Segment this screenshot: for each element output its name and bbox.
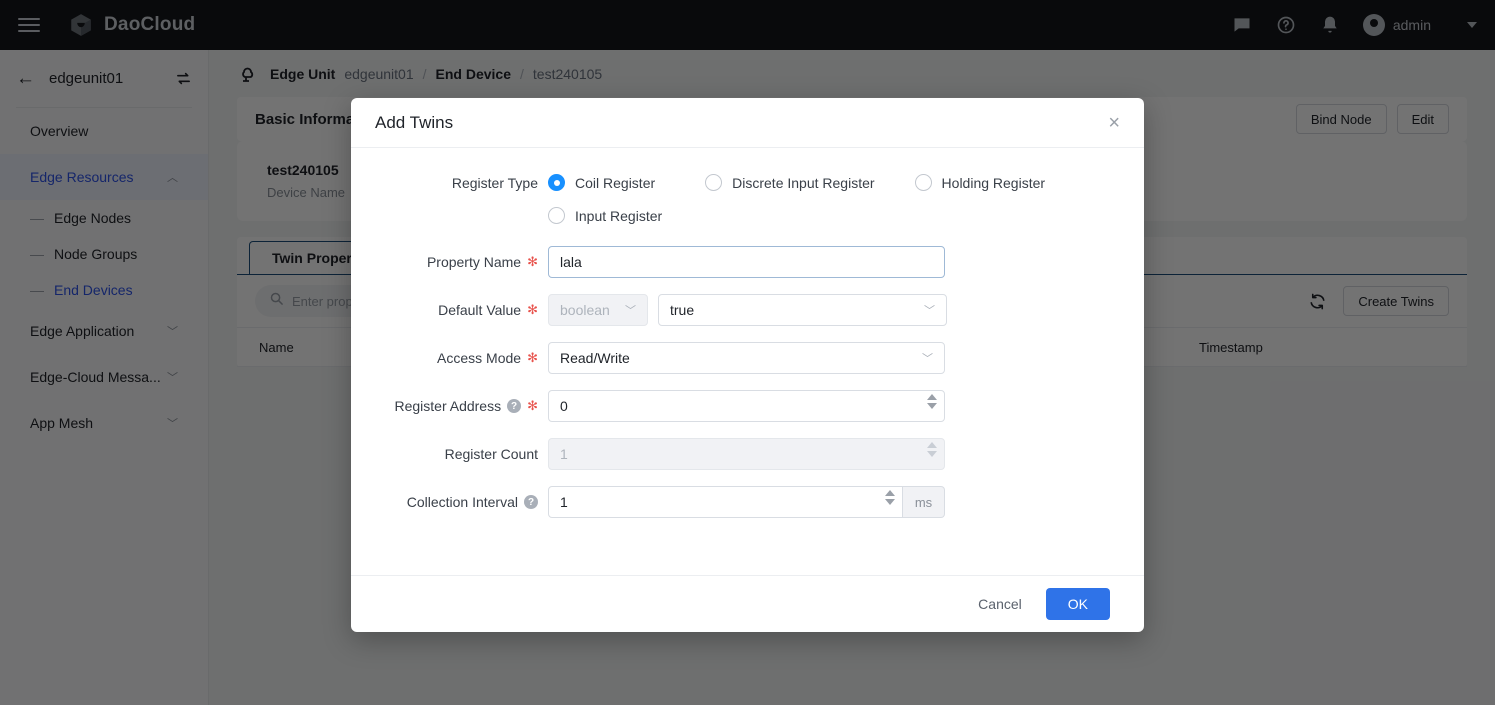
required-asterisk: ✻ (527, 350, 538, 365)
register-count-stepper (548, 438, 945, 470)
radio-input-register[interactable]: Input Register (548, 207, 662, 224)
radio-label: Coil Register (575, 174, 656, 191)
register-address-stepper (548, 390, 945, 422)
register-type-label: Register Type (351, 175, 548, 191)
question-icon[interactable]: ? (524, 495, 538, 509)
radio-dot-icon (548, 174, 565, 191)
collection-interval-label: Collection Interval ? (351, 494, 548, 510)
stepper-arrows (927, 442, 937, 457)
radio-holding-register[interactable]: Holding Register (914, 174, 1046, 191)
register-count-control (548, 438, 945, 470)
access-mode-control: Read/Write ﹀ (548, 342, 945, 374)
dialog-title: Add Twins (375, 112, 454, 132)
collection-interval-control: ms (548, 486, 945, 518)
required-asterisk: ✻ (527, 398, 538, 413)
collection-interval-input[interactable] (548, 486, 903, 518)
close-icon[interactable]: × (1108, 113, 1120, 133)
property-name-row: Property Name ✻ (351, 246, 1144, 278)
register-count-row: Register Count (351, 438, 1144, 470)
required-asterisk: ✻ (527, 302, 538, 317)
label-text: Property Name (426, 254, 522, 270)
dialog-body: Register Type Coil Register Discrete Inp… (351, 148, 1144, 575)
collection-interval-unit: ms (903, 486, 945, 518)
select-value: boolean (560, 302, 610, 318)
default-value-type-select: boolean ﹀ (548, 294, 648, 326)
select-value: true (670, 302, 695, 318)
dialog-header: Add Twins × (351, 98, 1144, 148)
select-value: Read/Write (560, 350, 630, 366)
default-value-control: boolean ﹀ true ﹀ (548, 294, 947, 326)
stepper-up-icon (927, 442, 937, 448)
radio-label: Discrete Input Register (732, 174, 875, 191)
app-root: DaoCloud admin (0, 0, 1495, 705)
register-type-row-2: Input Register (351, 207, 1144, 224)
register-type-options: Coil Register Discrete Input Register Ho… (548, 174, 1045, 191)
radio-label: Input Register (575, 207, 663, 224)
chevron-down-icon: ﹀ (924, 305, 935, 317)
property-name-input[interactable] (548, 246, 945, 278)
radio-dot-icon (548, 207, 565, 224)
stepper-up-icon[interactable] (927, 394, 937, 400)
stepper-down-icon[interactable] (885, 499, 895, 505)
default-value-select[interactable]: true ﹀ (658, 294, 947, 326)
chevron-down-icon: ﹀ (922, 353, 933, 365)
stepper-arrows (885, 490, 895, 505)
question-icon[interactable]: ? (507, 399, 522, 413)
radio-label: Holding Register (941, 174, 1046, 191)
radio-dot-icon (705, 174, 723, 191)
default-value-row: Default Value ✻ boolean ﹀ true ﹀ (351, 294, 1144, 326)
cancel-button[interactable]: Cancel (968, 590, 1032, 618)
stepper-down-icon (927, 451, 937, 457)
label-text: Register Address (394, 398, 502, 414)
radio-discrete-input-register[interactable]: Discrete Input Register (705, 174, 875, 191)
radio-dot-icon (914, 174, 932, 191)
stepper-down-icon[interactable] (927, 403, 937, 409)
label-text: Collection Interval (406, 494, 518, 510)
collection-interval-stepper (548, 486, 903, 518)
label-text: Register Type (451, 174, 538, 191)
dialog-footer: Cancel OK (351, 575, 1144, 632)
register-count-input (548, 438, 945, 470)
ok-button[interactable]: OK (1045, 588, 1110, 620)
property-name-label: Property Name ✻ (351, 254, 548, 270)
register-address-control (548, 390, 945, 422)
default-value-label: Default Value ✻ (351, 302, 548, 318)
chevron-down-icon: ﹀ (625, 305, 636, 317)
register-address-row: Register Address ? ✻ (351, 390, 1144, 422)
property-name-control (548, 246, 945, 278)
label-text: Default Value (438, 302, 522, 318)
register-type-row: Register Type Coil Register Discrete Inp… (351, 174, 1144, 191)
collection-interval-row: Collection Interval ? ms (351, 486, 1144, 518)
stepper-arrows (927, 394, 937, 409)
register-address-label: Register Address ? ✻ (351, 398, 548, 414)
register-address-input[interactable] (548, 390, 945, 422)
label-text: Register Count (444, 446, 538, 462)
access-mode-row: Access Mode ✻ Read/Write ﹀ (351, 342, 1144, 374)
register-count-label: Register Count (351, 446, 548, 462)
label-text: Access Mode (437, 350, 522, 366)
required-asterisk: ✻ (527, 254, 538, 269)
add-twins-dialog: Add Twins × Register Type Coil Register … (351, 98, 1144, 632)
access-mode-select[interactable]: Read/Write ﹀ (548, 342, 945, 374)
access-mode-label: Access Mode ✻ (351, 350, 548, 366)
stepper-up-icon[interactable] (885, 490, 895, 496)
register-type-options-2: Input Register (548, 207, 662, 224)
radio-coil-register[interactable]: Coil Register (548, 174, 655, 191)
